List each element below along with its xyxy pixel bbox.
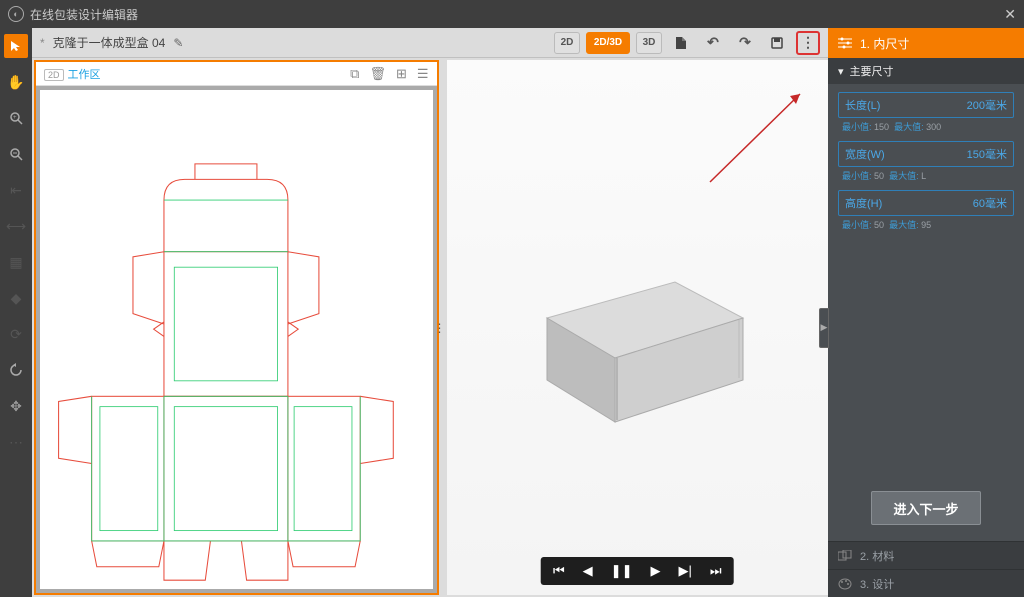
window-title: 在线包装设计编辑器 xyxy=(30,6,138,23)
svg-text:+: + xyxy=(13,115,17,121)
panel-2d-header: 2D 工作区 ⧉ 🗑 ⊞ ☰ xyxy=(36,62,437,86)
close-icon[interactable]: ✕ xyxy=(1004,6,1016,23)
grid-tool-icon[interactable]: ▦ xyxy=(4,250,28,274)
annotation-arrow xyxy=(700,82,810,192)
main-area: ✋ + ⇤ ⟷ ▦ ◆ ⟳ ✥ ⋯ * 克隆于一体成型盒 04 xyxy=(0,28,1024,597)
undo-icon[interactable]: ↶ xyxy=(700,32,726,54)
step-3-label: 3. 设计 xyxy=(860,576,894,592)
hand-tool-icon[interactable]: ✋ xyxy=(4,70,28,94)
right-panel-subheader[interactable]: ▾ 主要尺寸 xyxy=(828,58,1024,84)
dimension-tool-icon[interactable]: ⇤ xyxy=(4,178,28,202)
palette-icon xyxy=(838,578,852,590)
next-step-button[interactable]: 进入下一步 xyxy=(871,491,981,525)
step-2-row[interactable]: 2. 材料 xyxy=(828,541,1024,569)
page-icon[interactable] xyxy=(668,32,694,54)
player-next-icon[interactable]: ▶| xyxy=(678,563,691,579)
grid-icon[interactable]: ⊞ xyxy=(396,66,407,82)
more-menu-icon[interactable]: ⋮ xyxy=(796,31,820,55)
panel-2d-label: 工作区 xyxy=(68,69,101,81)
pointer-tool-icon[interactable] xyxy=(4,34,28,58)
rename-icon[interactable]: ✎ xyxy=(173,36,183,50)
list-icon[interactable]: ☰ xyxy=(417,66,429,82)
document-bar: * 克隆于一体成型盒 04 ✎ 2D 2D/3D 3D ↶ ↷ xyxy=(32,28,828,58)
chevron-down-icon: ▾ xyxy=(838,65,844,78)
right-panel-footer: 2. 材料 3. 设计 xyxy=(828,541,1024,597)
panel-2d-badge: 2D xyxy=(44,69,64,81)
canvas-2d[interactable] xyxy=(40,90,433,589)
panel-3d[interactable]: ⏮ ◀ ❚❚ ▶ ▶| ⏭ ▶ xyxy=(447,60,828,595)
right-panel-header-label: 1. 内尺寸 xyxy=(860,35,909,52)
dim-length-field[interactable]: 长度(L) 200毫米 xyxy=(838,92,1014,118)
options-tool-icon[interactable]: ⋯ xyxy=(4,430,28,454)
window-titlebar: ◐ 在线包装设计编辑器 ✕ xyxy=(0,0,1024,28)
dim-length-label: 长度(L) xyxy=(845,97,880,113)
trash-icon[interactable]: 🗑 xyxy=(369,66,386,82)
player-play-icon[interactable]: ▶ xyxy=(650,563,660,579)
modified-star-icon: * xyxy=(40,36,45,50)
zoom-in-icon[interactable]: + xyxy=(4,106,28,130)
dim-height-field[interactable]: 高度(H) 60毫米 xyxy=(838,190,1014,216)
dim-height-hint: 最小值: 50 最大值: 95 xyxy=(828,216,1024,231)
dim-width-field[interactable]: 宽度(W) 150毫米 xyxy=(838,141,1014,167)
box-3d-preview xyxy=(507,208,767,448)
player-prev-icon[interactable]: ◀ xyxy=(583,563,593,579)
dieline-drawing xyxy=(40,90,433,589)
step-2-label: 2. 材料 xyxy=(860,548,894,564)
animation-player: ⏮ ◀ ❚❚ ▶ ▶| ⏭ xyxy=(541,557,734,585)
dim-height-label: 高度(H) xyxy=(845,195,882,211)
player-first-icon[interactable]: ⏮ xyxy=(553,563,565,579)
dim-length-hint: 最小值: 150 最大值: 300 xyxy=(828,118,1024,133)
step-3-row[interactable]: 3. 设计 xyxy=(828,569,1024,597)
layer-tool-icon[interactable]: ◆ xyxy=(4,286,28,310)
right-panel-header: 1. 内尺寸 xyxy=(828,28,1024,58)
left-toolbar: ✋ + ⇤ ⟷ ▦ ◆ ⟳ ✥ ⋯ xyxy=(0,28,32,597)
save-icon[interactable] xyxy=(764,32,790,54)
copy-icon[interactable]: ⧉ xyxy=(350,66,359,82)
ruler-tool-icon[interactable]: ⟷ xyxy=(4,214,28,238)
right-panel-sub-label: 主要尺寸 xyxy=(850,63,894,79)
move-tool-icon[interactable]: ✥ xyxy=(4,394,28,418)
sliders-icon xyxy=(838,37,852,49)
document-name: 克隆于一体成型盒 04 xyxy=(53,34,166,51)
collapse-right-icon[interactable]: ▶ xyxy=(819,308,829,348)
reset-tool-icon[interactable] xyxy=(4,358,28,382)
app-logo-icon: ◐ xyxy=(8,6,24,22)
view-3d-button[interactable]: 3D xyxy=(636,32,662,54)
rotate-tool-icon[interactable]: ⟳ xyxy=(4,322,28,346)
player-last-icon[interactable]: ⏭ xyxy=(710,563,722,579)
panel-2d: 2D 工作区 ⧉ 🗑 ⊞ ☰ xyxy=(34,60,439,595)
material-icon xyxy=(838,550,852,562)
app-window: ◐ 在线包装设计编辑器 ✕ ✋ + ⇤ ⟷ ▦ ◆ ⟳ ✥ xyxy=(0,0,1024,597)
right-panel: 1. 内尺寸 ▾ 主要尺寸 长度(L) 200毫米 最小值: 150 最大值: … xyxy=(828,28,1024,597)
dim-length-value: 200毫米 xyxy=(967,97,1007,113)
dim-height-value: 60毫米 xyxy=(973,195,1007,211)
workspace: 2D 工作区 ⧉ 🗑 ⊞ ☰ xyxy=(32,58,828,597)
view-2d3d-button[interactable]: 2D/3D xyxy=(586,32,630,54)
player-pause-icon[interactable]: ❚❚ xyxy=(611,563,633,579)
view-2d-button[interactable]: 2D xyxy=(554,32,580,54)
redo-icon[interactable]: ↷ xyxy=(732,32,758,54)
dim-width-hint: 最小值: 50 最大值: L xyxy=(828,167,1024,182)
dim-width-label: 宽度(W) xyxy=(845,146,885,162)
zoom-out-icon[interactable] xyxy=(4,142,28,166)
center-area: * 克隆于一体成型盒 04 ✎ 2D 2D/3D 3D ↶ ↷ xyxy=(32,28,828,597)
dim-width-value: 150毫米 xyxy=(967,146,1007,162)
